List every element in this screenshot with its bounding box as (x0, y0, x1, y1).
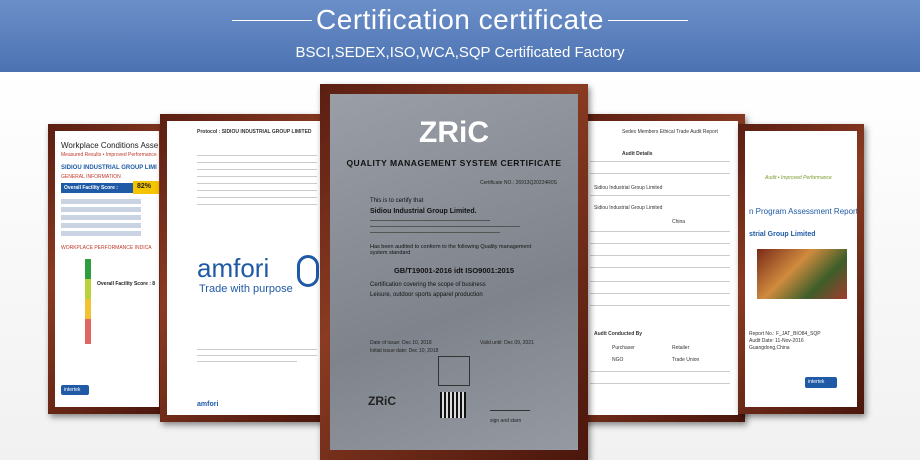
zric-title: QUALITY MANAGEMENT SYSTEM CERTIFICATE (346, 158, 562, 168)
sedex-audit-details: Audit Details (622, 151, 653, 157)
info-row (61, 215, 141, 220)
sedex-trade-union: Trade Union (672, 357, 700, 363)
cert-zric: ZRiC QUALITY MANAGEMENT SYSTEM CERTIFICA… (330, 94, 578, 450)
cert-perf: WORKPLACE PERFORMANCE INDICA (61, 245, 152, 251)
certificate-display: Workplace Conditions Asse Measured Resul… (0, 72, 920, 460)
zric-standard: GB/T19001-2016 idt ISO9001:2015 (393, 266, 515, 275)
intertek-program: n Program Assessment Report (749, 207, 857, 216)
sedex-ngo: NGO (612, 357, 624, 363)
zric-sign: sign and stam (490, 418, 522, 424)
amfori-footer: amfori (197, 401, 219, 408)
sedex-company: Sidiou Industrial Group Limited (594, 185, 663, 191)
cert-workplace-frame: Workplace Conditions Asse Measured Resul… (48, 124, 166, 414)
cert-sedex-frame: Sedex Members Ethical Trade Audit Report… (575, 114, 745, 422)
info-row (61, 199, 141, 204)
intertek-text-right: intertek (808, 379, 825, 385)
info-row (61, 223, 141, 228)
zric-audited: Has been audited to conform to the follo… (370, 244, 532, 256)
cert-workplace: Workplace Conditions Asse Measured Resul… (55, 131, 159, 407)
score-badge: 82% (133, 181, 159, 194)
intertek-perf: Audit • Improved Performance (765, 175, 832, 181)
cert-zric-frame: ZRiC QUALITY MANAGEMENT SYSTEM CERTIFICA… (320, 84, 588, 460)
header-banner: Certification certificate BSCI,SEDEX,ISO… (0, 0, 920, 72)
gauge-red (85, 319, 91, 344)
zric-cert-no: Certificate NO.: 26913Q20224R0S (480, 180, 557, 186)
sedex-purchaser: Purchaser (612, 345, 635, 351)
amfori-tagline: Trade with purpose (199, 283, 293, 295)
title-rule-right (608, 20, 688, 21)
zric-issue: Date of issue: Dec 10, 2018 (370, 340, 432, 346)
zric-scope: Leisure, outdoor sports apparel producti… (370, 292, 483, 298)
gauge-green (85, 259, 91, 279)
intertek-logo: intertek (61, 385, 89, 395)
intertek-report: Report No.: F_JAT_BIO84_SQP (749, 331, 821, 337)
amfori-swirl-icon (297, 255, 319, 287)
cert-protocol: Protocol : SIDIOU INDUSTRIAL GROUP LIMIT… (197, 129, 312, 135)
sedex-retailer: Retailer (672, 345, 690, 351)
product-photo (757, 249, 847, 299)
intertek-date: Audit Date: 11-Nov-2016 (749, 338, 804, 344)
gauge-lime (85, 279, 91, 299)
cert-intertek: Audit • Improved Performance n Program A… (745, 131, 857, 407)
zric-valid: Valid until: Dec 09, 2021 (480, 340, 534, 346)
cert-sub: Measured Results • Improved Performance (61, 152, 157, 158)
score-label: Overall Facility Score : (64, 185, 118, 191)
info-row (61, 207, 141, 212)
sedex-company2: Sidiou Industrial Group Limited (594, 205, 663, 211)
page-subtitle: BSCI,SEDEX,ISO,WCA,SQP Certificated Fact… (295, 44, 625, 61)
cert-heading: Workplace Conditions Asse (61, 141, 159, 150)
sedex-title: Sedex Members Ethical Trade Audit Report (622, 129, 718, 135)
intertek-location: Guangdong,China (749, 345, 790, 351)
amfori-logo: amfori (197, 253, 270, 283)
zric-certify: This is to certify that (370, 198, 424, 204)
zric-bottom-logo: ZRiC (368, 394, 396, 408)
cert-amfori-frame: Protocol : SIDIOU INDUSTRIAL GROUP LIMIT… (160, 114, 330, 422)
intertek-text: intertek (64, 387, 81, 393)
cert-amfori: Protocol : SIDIOU INDUSTRIAL GROUP LIMIT… (167, 121, 323, 415)
qr-code-icon (440, 392, 466, 418)
cert-company: SIDIOU INDUSTRIAL GROUP LIMI (61, 165, 157, 171)
score-value: 82% (137, 183, 152, 190)
zric-logo: ZRiC (419, 116, 489, 149)
cert-general: GENERAL INFORMATION (61, 174, 121, 180)
page-title: Certification certificate (316, 4, 604, 35)
zric-initial: Initial issue date: Dec 10, 2018 (370, 348, 439, 354)
signature (490, 394, 530, 411)
zric-scope-label: Certification covering the scope of busi… (370, 282, 486, 288)
gauge-yellow (85, 299, 91, 319)
cert-sedex: Sedex Members Ethical Trade Audit Report… (582, 121, 738, 415)
sedex-country: China (672, 219, 686, 225)
cert-score2: Overall Facility Score : 8 (97, 281, 156, 287)
info-row (61, 231, 141, 236)
sedex-conducted: Audit Conducted By (594, 331, 643, 337)
intertek-logo-right: intertek (805, 377, 837, 388)
zric-company: Sidiou Industrial Group Limited. (370, 208, 477, 215)
intertek-company: strial Group Limited (749, 231, 816, 238)
cert-intertek-frame: Audit • Improved Performance n Program A… (738, 124, 864, 414)
accreditation-seal (438, 356, 470, 386)
